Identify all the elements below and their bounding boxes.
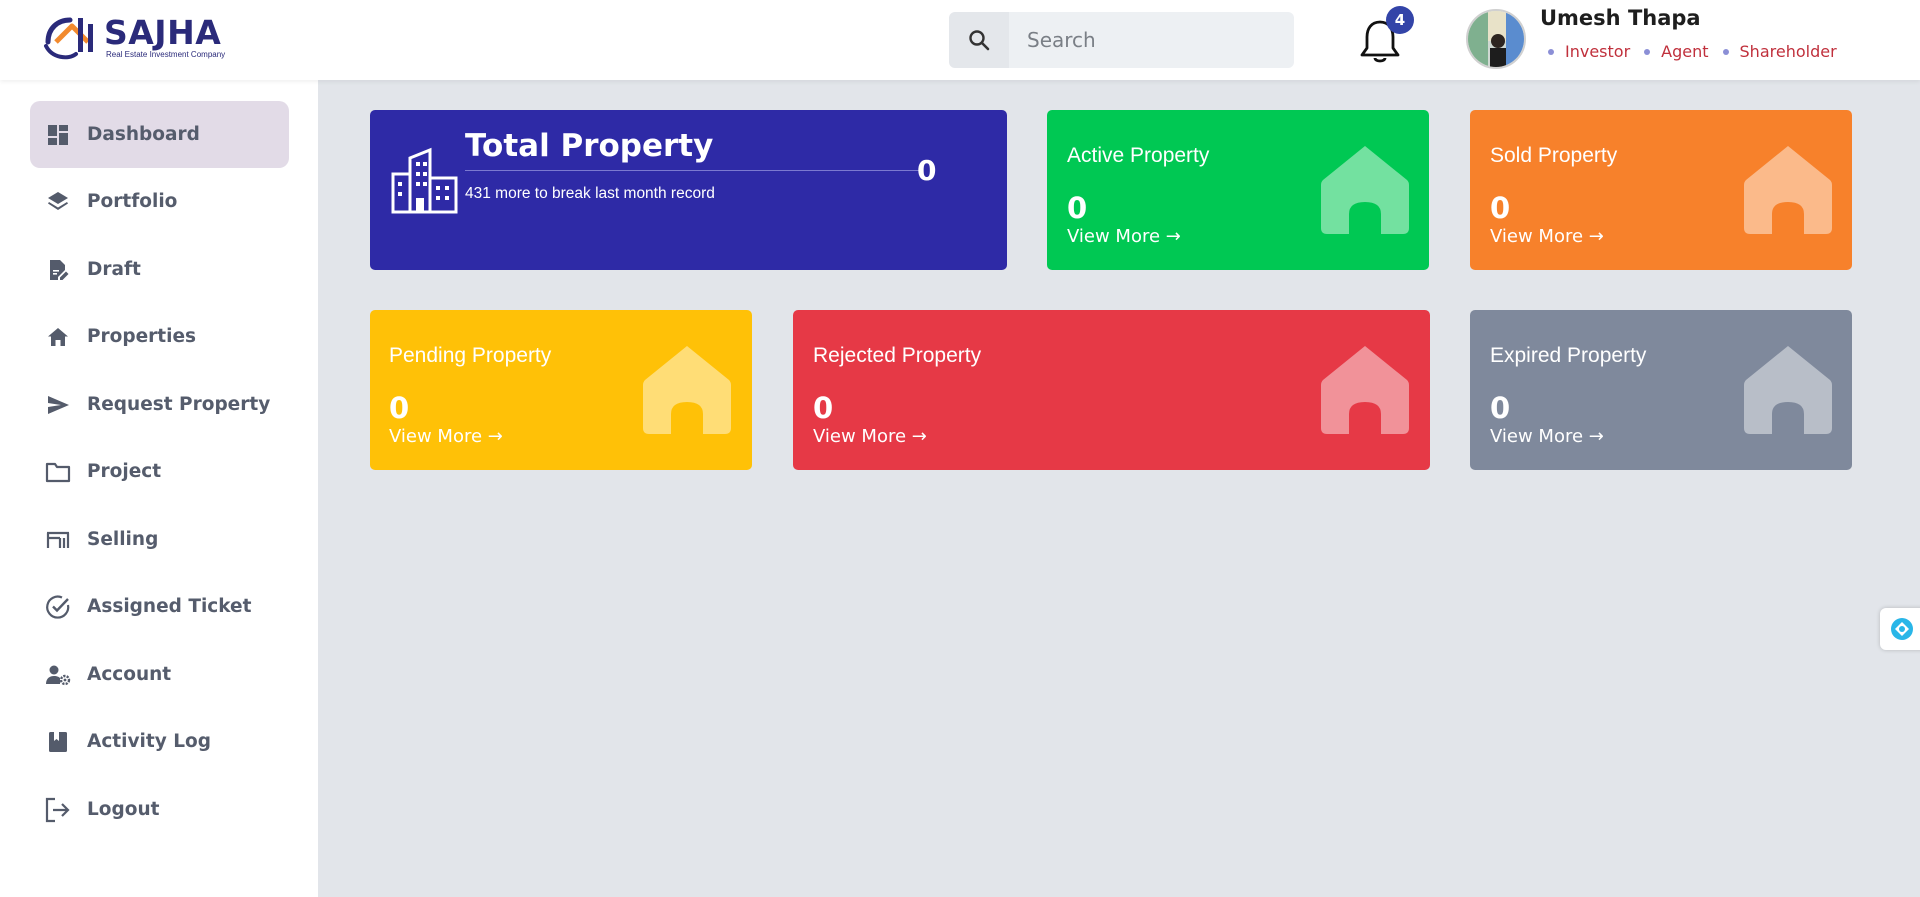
sidebar-item-label: Selling — [87, 529, 159, 550]
card-value: 0 — [813, 391, 834, 425]
sidebar: Dashboard Portfolio Draft Properties Req… — [0, 80, 318, 897]
sidebar-item-draft[interactable]: Draft — [30, 236, 289, 303]
sidebar-item-label: Activity Log — [87, 731, 211, 752]
sidebar-item-logout[interactable]: Logout — [30, 776, 289, 843]
house-icon — [1321, 146, 1409, 234]
role-investor: Investor — [1548, 42, 1630, 61]
card-value: 0 — [389, 391, 410, 425]
sidebar-item-project[interactable]: Project — [30, 438, 289, 505]
brand-name: SAJHA — [104, 12, 222, 52]
send-icon — [44, 391, 72, 419]
total-property-subtitle: 431 more to break last month record — [465, 185, 715, 202]
card-title: Active Property — [1067, 144, 1210, 167]
dashboard-icon — [44, 121, 72, 149]
document-edit-icon — [44, 256, 72, 284]
sidebar-item-label: Project — [87, 461, 162, 482]
avatar[interactable] — [1466, 9, 1526, 69]
folder-icon — [44, 458, 72, 486]
house-icon — [643, 346, 731, 434]
pending-property-card[interactable]: Pending Property 0 View More → — [370, 310, 752, 470]
expired-property-card[interactable]: Expired Property 0 View More → — [1470, 310, 1852, 470]
sidebar-item-label: Assigned Ticket — [87, 596, 252, 617]
assistant-icon — [1891, 618, 1913, 640]
search-input[interactable] — [1009, 12, 1294, 68]
sidebar-item-label: Account — [87, 664, 172, 685]
view-more-link[interactable]: View More → — [1067, 226, 1181, 247]
logout-icon — [44, 796, 72, 824]
active-property-card[interactable]: Active Property 0 View More → — [1047, 110, 1429, 270]
top-header: SAJHA Real Estate Investment Company 4 U… — [0, 0, 1920, 80]
sidebar-item-properties[interactable]: Properties — [30, 303, 289, 370]
sidebar-item-dashboard[interactable]: Dashboard — [30, 101, 289, 168]
total-property-value: 0 — [917, 154, 937, 187]
view-more-link[interactable]: View More → — [389, 426, 503, 447]
card-value: 0 — [1490, 391, 1511, 425]
view-more-link[interactable]: View More → — [813, 426, 927, 447]
house-icon — [1744, 146, 1832, 234]
user-roles: Investor Agent Shareholder — [1548, 42, 1837, 61]
total-property-card[interactable]: Total Property 431 more to break last mo… — [370, 110, 1007, 270]
logo-mark-icon — [44, 17, 93, 60]
bookmark-book-icon — [44, 728, 72, 756]
sidebar-item-account[interactable]: Account — [30, 641, 289, 708]
sidebar-item-label: Draft — [87, 259, 141, 280]
card-title: Expired Property — [1490, 344, 1647, 367]
user-settings-icon — [44, 661, 72, 689]
sold-property-card[interactable]: Sold Property 0 View More → — [1470, 110, 1852, 270]
sidebar-item-label: Logout — [87, 799, 160, 820]
search-icon — [969, 30, 990, 51]
sidebar-item-label: Properties — [87, 326, 197, 347]
home-icon — [44, 323, 72, 351]
view-more-link[interactable]: View More → — [1490, 226, 1604, 247]
view-more-link[interactable]: View More → — [1490, 426, 1604, 447]
divider — [465, 170, 919, 171]
role-shareholder: Shareholder — [1722, 42, 1837, 61]
check-circle-icon — [44, 593, 72, 621]
brand-tagline: Real Estate Investment Company — [106, 49, 226, 59]
sidebar-item-label: Portfolio — [87, 191, 178, 212]
card-title: Sold Property — [1490, 144, 1618, 167]
house-icon — [1744, 346, 1832, 434]
storefront-icon — [44, 526, 72, 554]
card-title: Pending Property — [389, 344, 552, 367]
sidebar-item-activity-log[interactable]: Activity Log — [30, 708, 289, 775]
card-title: Rejected Property — [813, 344, 982, 367]
floating-assistant-button[interactable] — [1880, 608, 1920, 650]
total-property-title: Total Property — [465, 128, 714, 164]
card-value: 0 — [1490, 191, 1511, 225]
sidebar-item-selling[interactable]: Selling — [30, 506, 289, 573]
sidebar-item-portfolio[interactable]: Portfolio — [30, 168, 289, 235]
buildings-icon — [391, 147, 458, 214]
sidebar-item-request-property[interactable]: Request Property — [30, 371, 289, 438]
role-agent: Agent — [1644, 42, 1709, 61]
search-bar — [949, 12, 1294, 68]
layers-icon — [44, 188, 72, 216]
sidebar-item-label: Dashboard — [87, 124, 200, 145]
brand-logo[interactable]: SAJHA Real Estate Investment Company — [42, 12, 225, 62]
sidebar-item-assigned-ticket[interactable]: Assigned Ticket — [30, 573, 289, 640]
card-value: 0 — [1067, 191, 1088, 225]
notification-count-badge: 4 — [1386, 6, 1414, 34]
house-icon — [1321, 346, 1409, 434]
rejected-property-card[interactable]: Rejected Property 0 View More → — [793, 310, 1430, 470]
sidebar-item-label: Request Property — [87, 394, 271, 415]
user-name: Umesh Thapa — [1540, 6, 1701, 30]
avatar-photo — [1468, 11, 1524, 67]
search-button[interactable] — [949, 12, 1009, 68]
